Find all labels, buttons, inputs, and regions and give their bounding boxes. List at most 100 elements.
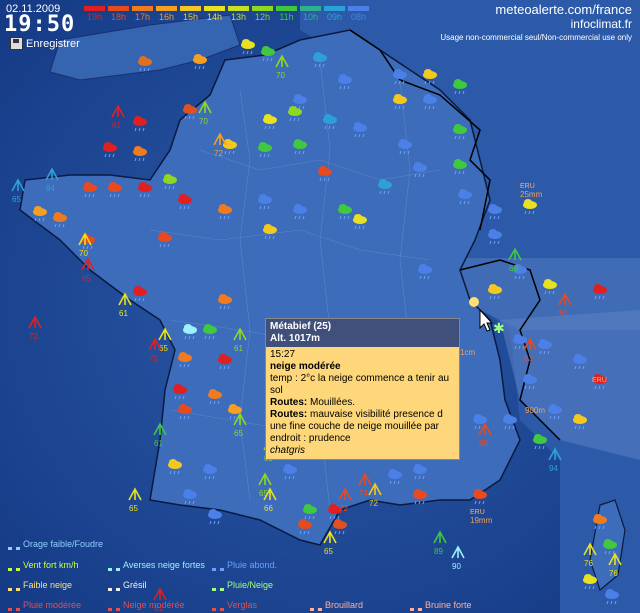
wind-speed-label: 65 [129,504,138,513]
hour-13h[interactable]: 13h [228,6,249,22]
station-tooltip: Métabief (25) Alt. 1017m 15:27 neige mod… [265,318,460,460]
hour-18h[interactable]: 18h [108,6,129,22]
hour-16h[interactable]: 16h [156,6,177,22]
legend-label: Neige modérée [123,600,185,610]
hour-12h[interactable]: 12h [252,6,273,22]
wind-speed-label: 70 [79,249,88,258]
hour-color-bar [84,6,105,11]
legend-label: Pluie modérée [23,600,82,610]
wind-speed-label: 94 [549,464,558,473]
hour-color-bar [252,6,273,11]
snow-depth-label: 19mm [470,516,493,525]
hour-color-bar [228,6,249,11]
wind-speed-label: 70 [149,354,158,363]
legend-label: Faible neige [23,580,73,590]
hour-color-bar [204,6,225,11]
legend-label: Grésil [123,580,147,590]
wind-speed-label: 72 [29,332,38,341]
wind-speed-label: 76 [584,559,593,568]
wind-speed-label: 61 [154,439,163,448]
wind-speed-label: 63 [524,354,533,363]
legend-symbol-icon [8,559,20,571]
wind-speed-label: 70 [199,117,208,126]
legend-label: Pluie/Neige [227,580,274,590]
snowflake-icon[interactable]: ✱ [493,321,505,337]
snow-depth-label: 25mm [520,190,543,199]
hour-label: 13h [230,12,247,22]
legend-label: Vent fort km/h [23,560,79,570]
tooltip-routes-label: Routes: [270,397,308,408]
floppy-disk-icon [10,37,23,50]
wind-speed-label: 65 [479,439,488,448]
wind-speed-label: 65 [12,195,21,204]
save-button[interactable]: Enregistrer [10,37,80,50]
eru-label: ERU [592,377,607,384]
tooltip-header: Métabief (25) Alt. 1017m [266,319,459,347]
hour-label: 08h [350,12,367,22]
site-link[interactable]: meteoalerte.com/france [495,2,632,17]
wind-speed-label: 70 [276,71,285,80]
tooltip-routes2-label: Routes: [270,409,308,420]
wind-speed-label: 61 [112,121,121,130]
hour-label: 12h [254,12,271,22]
hour-17h[interactable]: 17h [132,6,153,22]
legend-item: Neige modérée [108,599,185,611]
tooltip-weather: neige modérée [270,361,341,372]
hour-label: 19h [86,12,103,22]
legend-label: Pluie abond. [227,560,278,570]
wind-speed-label: 66 [264,504,273,513]
legend-label: Brouillard [325,600,364,610]
wind-speed-label: 72 [214,149,223,158]
hour-label: 11h [279,12,294,22]
hour-10h[interactable]: 10h [300,6,321,22]
hour-label: 10h [302,12,319,22]
hour-color-bar [324,6,345,11]
legend-item: Pluie/Neige [212,579,273,591]
hour-selector: 19h 18h 17h 16h 15h 14h 13h 12h 11h 10h 09h 08h [84,6,369,22]
hour-color-bar [180,6,201,11]
tooltip-author: chatgris [270,445,306,456]
legend-item: Grésil [108,579,147,591]
wind-speed-label: 61 [119,309,128,318]
hour-label: 18h [110,12,127,22]
hour-color-bar [276,6,297,11]
hour-color-bar [300,6,321,11]
legend-label: Averses neige fortes [123,560,205,570]
hour-09h[interactable]: 09h [324,6,345,22]
legend-label: Bruine forte [425,600,472,610]
legend-symbol-icon [108,599,120,611]
wind-speed-label: 81 [559,309,568,318]
tooltip-altitude: Alt. 1017m [270,333,321,344]
hour-label: 14h [206,12,223,22]
hour-label: 15h [182,12,199,22]
hour-15h[interactable]: 15h [180,6,201,22]
wind-speed-label: 72 [339,504,348,513]
tooltip-temp-label: temp : [270,373,298,384]
wind-speed-label: 94 [46,184,55,193]
hour-14h[interactable]: 14h [204,6,225,22]
hour-19h[interactable]: 19h [84,6,105,22]
wind-speed-label: 74 [359,489,368,498]
wind-speed-label: 90 [452,562,461,571]
wind-speed-label: 72 [369,499,378,508]
hour-08h[interactable]: 08h [348,6,369,22]
legend-symbol-icon [108,559,120,571]
site-link-2[interactable]: infoclimat.fr [571,17,632,31]
wind-speed-label: 76 [609,569,618,578]
save-button-label: Enregistrer [26,37,80,50]
wind-speed-label: 65 [324,547,333,556]
legend-symbol-icon [8,599,20,611]
legend-item: Brouillard [310,599,363,611]
eru-label: ERU [470,509,485,516]
legend-symbol-icon [8,538,20,550]
tooltip-station: Métabief (25) [270,321,332,332]
hour-color-bar [156,6,177,11]
legend-item: Orage faible/Foudre [8,538,103,550]
tooltip-routes-text: Mouillées. [310,397,356,408]
snow-icon[interactable] [469,297,479,307]
legend-symbol-icon [310,599,322,611]
legend-symbol-icon [410,599,422,611]
legend-symbol-icon [108,579,120,591]
hour-label: 09h [326,12,343,22]
hour-11h[interactable]: 11h [276,6,297,22]
